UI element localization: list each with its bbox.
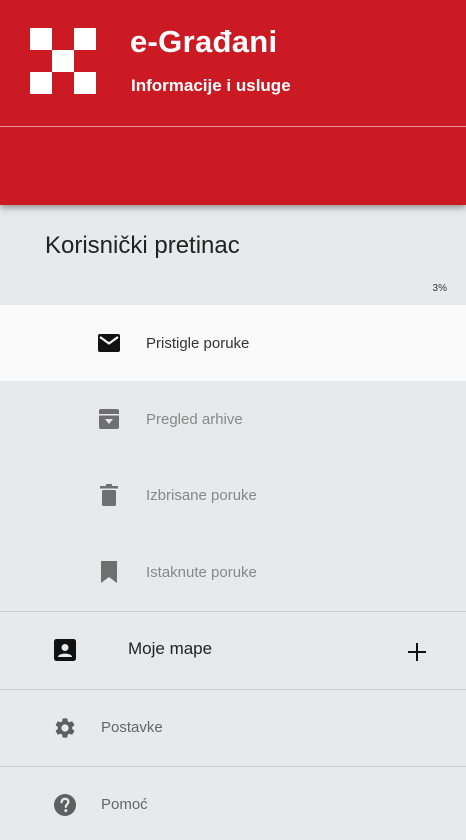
nav-item-archive[interactable]: Pregled arhive: [0, 381, 466, 457]
archive-icon: [98, 408, 120, 430]
nav-item-deleted[interactable]: Izbrisane poruke: [0, 457, 466, 533]
mailbox-title: Korisnički pretinac: [45, 232, 240, 259]
brand-title[interactable]: e-Građani: [130, 24, 277, 60]
plus-icon[interactable]: [402, 637, 432, 667]
settings-label: Postavke: [101, 719, 163, 736]
header-divider: [0, 126, 466, 127]
my-folders-label: Moje mape: [128, 639, 213, 658]
nav-item-label: Istaknute poruke: [146, 563, 257, 581]
nav-item-starred[interactable]: Istaknute poruke: [0, 534, 466, 610]
nav-item-label: Pregled arhive: [146, 410, 243, 428]
nav-item-inbox[interactable]: Pristigle poruke: [0, 305, 466, 381]
app-header: e-Građani Informacije i usluge: [0, 0, 466, 205]
bookmark-icon: [98, 561, 120, 583]
settings-item[interactable]: Postavke: [0, 690, 466, 766]
my-folders-row[interactable]: Moje mape: [0, 612, 466, 689]
help-icon: [53, 793, 77, 817]
contact-card-icon: [54, 639, 76, 661]
mailbox-quota: 3%: [432, 283, 447, 294]
gear-icon: [53, 716, 77, 740]
nav-item-label: Pristigle poruke: [146, 334, 250, 352]
brand-subtitle: Informacije i usluge: [131, 76, 291, 95]
trash-icon: [98, 484, 120, 506]
envelope-icon: [98, 332, 120, 354]
checkerboard-logo-icon[interactable]: [30, 28, 96, 94]
nav-item-label: Izbrisane poruke: [146, 486, 257, 504]
help-item[interactable]: Pomoć: [0, 767, 466, 840]
help-label: Pomoć: [101, 796, 148, 813]
